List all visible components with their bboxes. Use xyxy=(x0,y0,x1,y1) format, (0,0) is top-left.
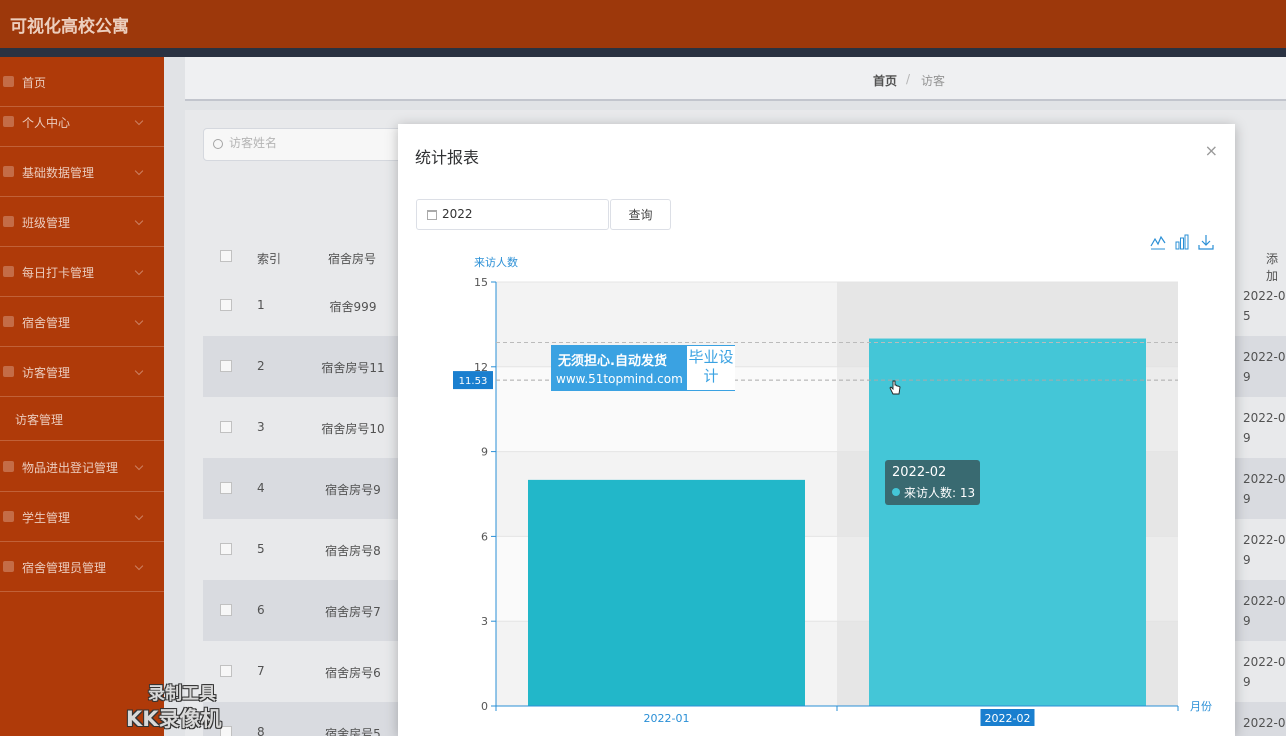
ad-text-2: www.51topmind.com xyxy=(556,372,683,386)
y-tick-label: 6 xyxy=(481,530,488,543)
y-tick-label: 0 xyxy=(481,700,488,713)
stats-report-dialog: 统计报表 × 查询 036912152022-012022-02来访人数月份11… xyxy=(398,124,1235,736)
line-chart-icon[interactable] xyxy=(1150,234,1166,250)
ad-badge: 毕业设计 xyxy=(687,346,735,390)
y-tick-label: 3 xyxy=(481,615,488,628)
x-tick-label: 2022-02 xyxy=(985,712,1031,725)
chart-tooltip: 2022-02 来访人数: 13 xyxy=(885,460,980,505)
recorder-watermark-line2: KK录像机 xyxy=(126,707,222,731)
ad-text-1: 无须担心.自动发货 xyxy=(558,354,667,369)
dialog-title: 统计报表 xyxy=(415,148,480,167)
year-input[interactable] xyxy=(442,207,602,221)
visitor-bar-chart: 036912152022-01 2022-02来访人数月份11.53 xyxy=(453,256,1212,726)
y-axis-name: 来访人数 xyxy=(474,256,518,269)
tooltip-title: 2022-02 xyxy=(892,465,947,480)
recorder-watermark-line1: 录制工具 xyxy=(148,684,216,704)
x-axis-name: 月份 xyxy=(1190,700,1212,713)
x-tick-label: 2022-01 xyxy=(644,712,690,725)
close-icon[interactable]: × xyxy=(1205,141,1218,160)
query-button[interactable]: 查询 xyxy=(610,199,671,230)
year-picker xyxy=(416,199,609,230)
y-tick-label: 15 xyxy=(474,276,488,289)
ad-watermark: 无须担心.自动发货 www.51topmind.com 毕业设计 xyxy=(551,345,735,391)
y-tick-label: 9 xyxy=(481,446,488,459)
bar-chart-icon[interactable] xyxy=(1174,234,1190,250)
y-axis-pointer-label: 11.53 xyxy=(459,376,488,387)
series-dot-icon xyxy=(892,488,900,496)
hand-cursor-icon xyxy=(889,380,901,395)
calendar-icon xyxy=(427,210,437,220)
download-icon[interactable] xyxy=(1198,234,1214,250)
bar-2022-02 xyxy=(869,338,1146,706)
bar-2022-01 xyxy=(528,479,805,706)
tooltip-value: 来访人数: 13 xyxy=(904,486,976,500)
